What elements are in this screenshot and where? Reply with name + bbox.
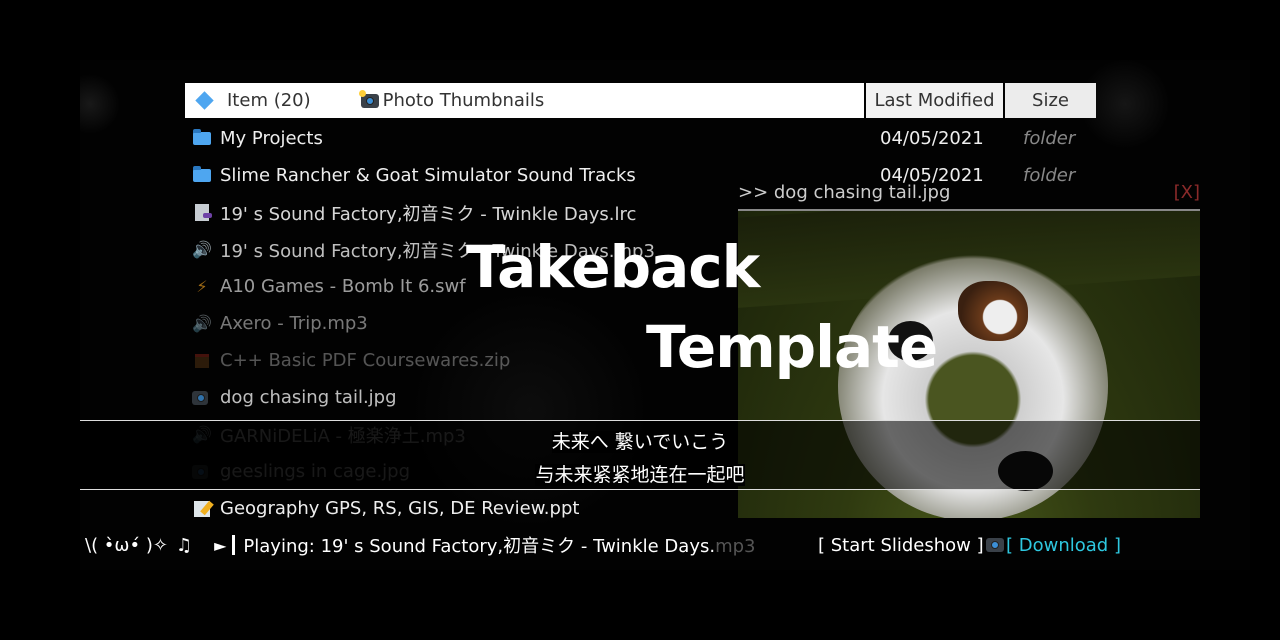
header-size[interactable]: Size bbox=[1005, 83, 1096, 118]
track-name-remaining: mp3 bbox=[715, 536, 756, 557]
diamond-icon bbox=[195, 91, 214, 110]
file-name: 19' s Sound Factory,初音ミク - Twinkle Days.… bbox=[220, 203, 637, 225]
gift-icon bbox=[192, 352, 212, 370]
lyric-line-original-text: 未来へ 繋いでいこう bbox=[551, 431, 729, 453]
camera-flash-icon bbox=[358, 89, 379, 108]
folder-icon bbox=[192, 129, 212, 148]
lyric-line-translation-text: 与未来紧紧地连在一起吧 bbox=[535, 464, 745, 486]
file-modified: 04/05/2021 bbox=[880, 128, 984, 149]
speaker-icon: 🔊 bbox=[192, 240, 212, 259]
item-count-label: Item (20) bbox=[227, 90, 311, 111]
camera-icon bbox=[192, 389, 212, 407]
file-size: folder bbox=[1023, 128, 1076, 149]
file-name: Slime Rancher & Goat Simulator Sound Tra… bbox=[220, 165, 636, 186]
lyric-line-original: 未来へ 繋いでいこう bbox=[0, 427, 1280, 454]
track-name-played: 19' s Sound Factory,初音ミク - Twinkle Days. bbox=[320, 536, 716, 557]
file-name: Axero - Trip.mp3 bbox=[220, 313, 368, 334]
preview-close-button[interactable]: [X] bbox=[1174, 182, 1200, 203]
preview-header: >> dog chasing tail.jpg [X] bbox=[738, 182, 1200, 210]
photo-thumbnails-label: Photo Thumbnails bbox=[382, 90, 545, 111]
play-button[interactable]: ► bbox=[214, 536, 226, 555]
file-table-header: Item (20) Photo Thumbnails Last Modified… bbox=[185, 83, 1096, 118]
lyric-line-translation: 与未来紧紧地连在一起吧 bbox=[0, 460, 1280, 487]
progress-cursor[interactable] bbox=[232, 535, 236, 555]
file-name: C++ Basic PDF Coursewares.zip bbox=[220, 350, 511, 371]
folder-icon bbox=[192, 166, 212, 185]
file-name: dog chasing tail.jpg bbox=[220, 387, 397, 408]
download-button[interactable]: [ Download ] bbox=[1006, 531, 1121, 559]
preview-title: >> dog chasing tail.jpg bbox=[738, 182, 951, 203]
overlay-title-line1: Takeback bbox=[466, 233, 760, 301]
camera-icon bbox=[986, 538, 1004, 552]
photo-thumbnails-toggle[interactable]: Photo Thumbnails bbox=[358, 83, 545, 118]
music-player-bar: \( •̀ω•́ )✧ ♫ ► Playing: 19' s Sound Fac… bbox=[85, 531, 756, 559]
preview-divider bbox=[738, 209, 1200, 211]
lightning-icon: ⚡ bbox=[196, 277, 208, 296]
overlay-title-line2: Template bbox=[646, 313, 938, 381]
lyrics-file-icon bbox=[192, 204, 212, 222]
file-row[interactable]: My Projects 04/05/2021 folder bbox=[185, 120, 1095, 157]
header-name-column[interactable]: Item (20) Photo Thumbnails bbox=[185, 83, 864, 118]
memo-icon bbox=[192, 500, 212, 518]
file-name: A10 Games - Bomb It 6.swf bbox=[220, 276, 466, 297]
header-last-modified[interactable]: Last Modified bbox=[866, 83, 1003, 118]
music-note-icon: ♫ bbox=[175, 534, 193, 556]
speaker-icon: 🔊 bbox=[192, 314, 212, 333]
start-slideshow-button[interactable]: [ Start Slideshow ] bbox=[818, 531, 984, 559]
now-playing-text: Playing: 19' s Sound Factory,初音ミク - Twin… bbox=[243, 536, 756, 557]
kaomoji: \( •̀ω•́ )✧ bbox=[85, 534, 168, 556]
file-name: My Projects bbox=[220, 128, 323, 149]
file-name: Geography GPS, RS, GIS, DE Review.ppt bbox=[220, 498, 580, 519]
